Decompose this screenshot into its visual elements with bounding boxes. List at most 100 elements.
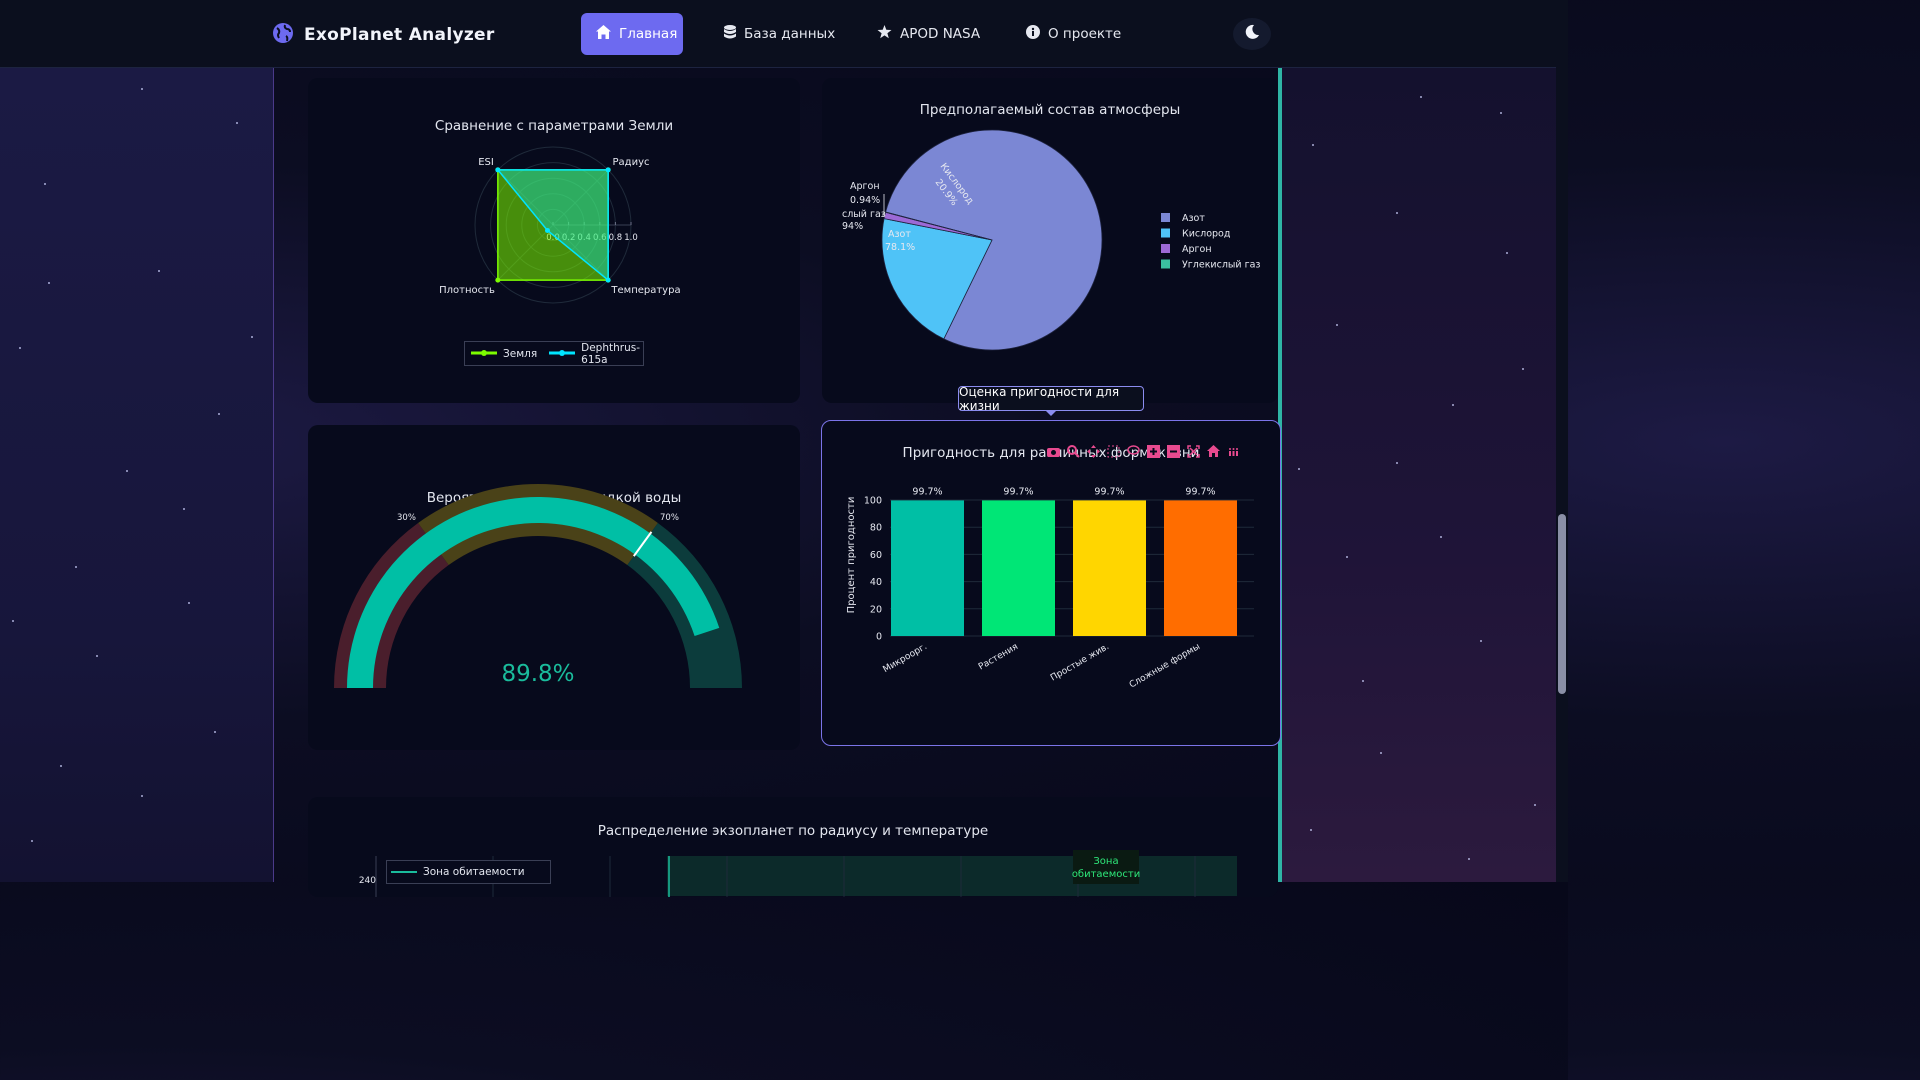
nav-database-label: База данных xyxy=(744,26,836,42)
nav-home-label: Главная xyxy=(619,26,678,42)
scatter-ytick: 240 xyxy=(359,876,376,886)
gauge-tick-70: 70% xyxy=(660,513,679,523)
star-26 xyxy=(1298,468,1300,470)
pie-legend-swatch-2 xyxy=(1161,244,1170,253)
zone-label-line1: Зона xyxy=(1093,856,1118,867)
nav-apod[interactable]: APOD NASA xyxy=(862,13,995,55)
pie-label-argon-name: Аргон xyxy=(850,181,880,192)
radar-point-1-3 xyxy=(544,228,550,234)
star-34 xyxy=(1310,829,1312,831)
bar-xtick-3: Сложные формы xyxy=(1128,642,1202,691)
star-18 xyxy=(1312,144,1314,146)
gauge-chart: 30% 70% 89.8% xyxy=(334,484,742,688)
zone-label-line2: обитаемости xyxy=(1072,869,1140,880)
legend-zone-line-icon xyxy=(391,866,417,878)
pie-legend-label-1: Кислород xyxy=(1182,229,1231,240)
bar-ytick-1: 20 xyxy=(870,604,882,615)
bar-1 xyxy=(982,500,1055,636)
pie-card: Предполагаемый состав атмосферы Аргон 0.… xyxy=(822,78,1278,403)
pie-label-co2-pct: 94% xyxy=(842,221,863,232)
scrollbar-thumb[interactable] xyxy=(1558,514,1566,694)
radar-axis-label-3: Плотность xyxy=(439,285,495,296)
camera-icon[interactable] xyxy=(1046,444,1061,459)
star-20 xyxy=(1380,752,1382,754)
star-1 xyxy=(44,183,46,185)
star-28 xyxy=(1362,680,1364,682)
star-4 xyxy=(126,470,128,472)
legend-line-green-icon xyxy=(471,348,497,360)
star-2 xyxy=(60,765,62,767)
scrollbar-track[interactable] xyxy=(1556,0,1568,882)
star-30 xyxy=(1440,536,1442,538)
gauge-tick-30: 30% xyxy=(397,513,416,523)
radar-axis-label-1: Радиус xyxy=(613,157,650,168)
reset-axes-icon[interactable] xyxy=(1206,444,1221,459)
globe-icon xyxy=(272,22,294,48)
star-9 xyxy=(12,620,14,622)
radar-point-1-0 xyxy=(495,167,501,173)
theme-toggle-button[interactable] xyxy=(1233,18,1271,50)
bar-value-label-2: 99.7% xyxy=(1094,486,1124,497)
star-8 xyxy=(236,122,238,124)
star-5 xyxy=(158,270,160,272)
pie-label-nitrogen-name: Азот xyxy=(888,229,911,240)
star-3 xyxy=(96,655,98,657)
lasso-icon[interactable] xyxy=(1126,444,1141,459)
pie-legend-label-0: Азот xyxy=(1182,213,1205,224)
bar-xtick-1: Растения xyxy=(977,642,1020,673)
star-14 xyxy=(188,602,190,604)
nav-about-label: О проекте xyxy=(1048,26,1122,42)
zoom-icon[interactable] xyxy=(1066,444,1081,459)
brand[interactable]: ExoPlanet Analyzer xyxy=(272,22,495,48)
pie-legend-swatch-0 xyxy=(1161,213,1170,222)
legend-line-cyan-icon xyxy=(549,348,576,360)
bar-card: Пригодность для различных форм жизни 99.… xyxy=(821,420,1281,746)
nav-home[interactable]: Главная xyxy=(581,13,683,55)
star-17 xyxy=(141,88,143,90)
bar-0 xyxy=(891,500,964,636)
nav-about[interactable]: О проекте xyxy=(1011,13,1136,55)
star-0 xyxy=(19,347,21,349)
plotly-logo-icon[interactable] xyxy=(1226,444,1241,459)
star-35 xyxy=(1396,462,1398,464)
star-7 xyxy=(214,731,216,733)
bar-2 xyxy=(1073,500,1146,636)
scatter-card: Распределение экзопланет по радиусу и те… xyxy=(308,797,1278,897)
scatter-legend[interactable]: Зона обитаемости xyxy=(386,860,551,884)
bar-ytick-4: 80 xyxy=(870,523,882,534)
bar-xtick-0: Микроорг. xyxy=(881,642,929,675)
radar-tick-5: 1.0 xyxy=(624,233,638,243)
star-29 xyxy=(1396,212,1398,214)
radar-point-1-1 xyxy=(605,167,611,173)
zoom-in-icon[interactable] xyxy=(1146,444,1161,459)
star-12 xyxy=(218,413,220,415)
pie-legend-swatch-1 xyxy=(1161,228,1170,238)
radar-axis-label-2: Температура xyxy=(610,285,680,296)
database-icon xyxy=(724,25,736,43)
radar-legend[interactable]: Земля Dephthrus-615a xyxy=(464,341,644,366)
radar-card: Сравнение с параметрами Земли 0.00.20.40… xyxy=(308,78,800,403)
navbar: ExoPlanet Analyzer Главная База данных A… xyxy=(0,0,1568,68)
star-15 xyxy=(251,336,253,338)
app-title: ExoPlanet Analyzer xyxy=(304,25,495,45)
autoscale-icon[interactable] xyxy=(1186,444,1201,459)
zoom-out-icon[interactable] xyxy=(1166,444,1181,459)
bar-ytick-0: 0 xyxy=(876,632,882,643)
pie-chart: Аргон 0.94% слый газ 94% Азот 78.1% Кисл… xyxy=(842,129,1260,351)
bar-chart: 99.7% 99.7% 99.7% 99.7% 0 20 40 60 80 100 Микроо… xyxy=(846,486,1254,691)
box-select-icon[interactable] xyxy=(1106,444,1121,459)
pie-legend-label-2: Аргон xyxy=(1182,244,1212,255)
nav-apod-label: APOD NASA xyxy=(900,26,981,42)
star-16 xyxy=(31,840,33,842)
pan-icon[interactable] xyxy=(1086,444,1101,459)
star-25 xyxy=(1534,804,1536,806)
radar-point-1-2 xyxy=(605,277,611,283)
bar-value-label-1: 99.7% xyxy=(1003,486,1033,497)
bar-ytick-3: 60 xyxy=(870,550,882,561)
nav-database[interactable]: База данных xyxy=(709,13,850,55)
star-33 xyxy=(1522,368,1524,370)
left-background xyxy=(0,68,274,882)
info-icon xyxy=(1026,25,1040,43)
star-22 xyxy=(1452,404,1454,406)
star-21 xyxy=(1420,96,1422,98)
